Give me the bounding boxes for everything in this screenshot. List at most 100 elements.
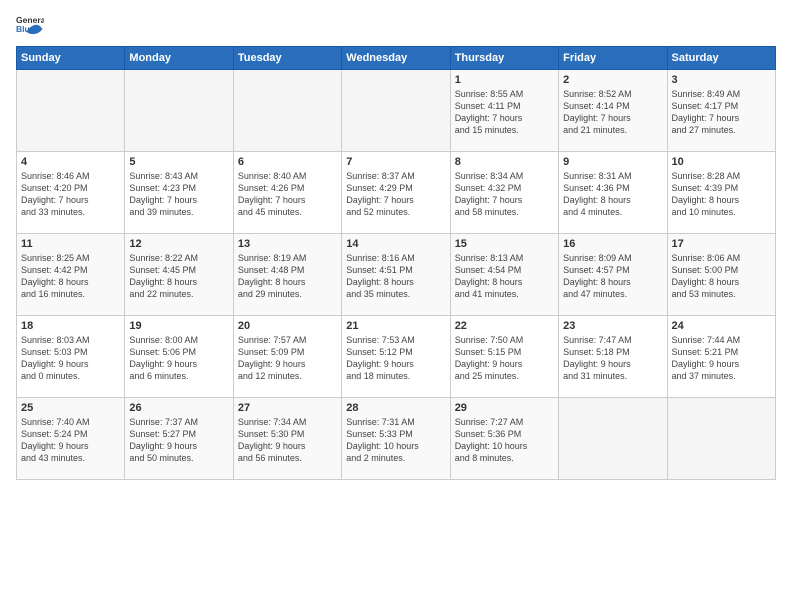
day-info: Sunrise: 8:37 AM Sunset: 4:29 PM Dayligh… [346,170,445,219]
day-info: Sunrise: 7:31 AM Sunset: 5:33 PM Dayligh… [346,416,445,465]
calendar-cell: 7 Sunrise: 8:37 AM Sunset: 4:29 PM Daylig… [342,152,450,234]
day-info: Sunrise: 8:55 AM Sunset: 4:11 PM Dayligh… [455,88,554,137]
day-info: Sunrise: 7:47 AM Sunset: 5:18 PM Dayligh… [563,334,662,383]
week-row-4: 18 Sunrise: 8:03 AM Sunset: 5:03 PM Dayli… [17,316,776,398]
day-info: Sunrise: 8:25 AM Sunset: 4:42 PM Dayligh… [21,252,120,301]
calendar-cell: 18 Sunrise: 8:03 AM Sunset: 5:03 PM Dayli… [17,316,125,398]
weekday-header-sunday: Sunday [17,47,125,70]
day-info: Sunrise: 8:31 AM Sunset: 4:36 PM Dayligh… [563,170,662,219]
day-number: 15 [455,238,554,250]
day-number: 14 [346,238,445,250]
day-number: 3 [672,74,771,86]
weekday-header-tuesday: Tuesday [233,47,341,70]
day-info: Sunrise: 8:03 AM Sunset: 5:03 PM Dayligh… [21,334,120,383]
day-info: Sunrise: 8:46 AM Sunset: 4:20 PM Dayligh… [21,170,120,219]
calendar-cell: 3 Sunrise: 8:49 AM Sunset: 4:17 PM Daylig… [667,70,775,152]
day-number: 11 [21,238,120,250]
week-row-1: 1Sunrise: 8:55 AM Sunset: 4:11 PM Daylig… [17,70,776,152]
weekday-header-saturday: Saturday [667,47,775,70]
calendar-cell: 4 Sunrise: 8:46 AM Sunset: 4:20 PM Daylig… [17,152,125,234]
day-number: 20 [238,320,337,332]
day-number: 12 [129,238,228,250]
day-number: 5 [129,156,228,168]
calendar-cell: 15 Sunrise: 8:13 AM Sunset: 4:54 PM Dayli… [450,234,558,316]
calendar-cell: 9 Sunrise: 8:31 AM Sunset: 4:36 PM Daylig… [559,152,667,234]
svg-text:General: General [16,15,44,25]
day-number: 22 [455,320,554,332]
day-info: Sunrise: 8:16 AM Sunset: 4:51 PM Dayligh… [346,252,445,301]
calendar-cell: 21 Sunrise: 7:53 AM Sunset: 5:12 PM Dayli… [342,316,450,398]
calendar-cell [667,398,775,480]
day-number: 26 [129,402,228,414]
day-number: 18 [21,320,120,332]
day-number: 28 [346,402,445,414]
day-info: Sunrise: 8:13 AM Sunset: 4:54 PM Dayligh… [455,252,554,301]
day-info: Sunrise: 8:28 AM Sunset: 4:39 PM Dayligh… [672,170,771,219]
weekday-header-row: SundayMondayTuesdayWednesdayThursdayFrid… [17,47,776,70]
calendar-cell: 11 Sunrise: 8:25 AM Sunset: 4:42 PM Dayli… [17,234,125,316]
day-info: Sunrise: 7:40 AM Sunset: 5:24 PM Dayligh… [21,416,120,465]
calendar-cell: 28 Sunrise: 7:31 AM Sunset: 5:33 PM Dayli… [342,398,450,480]
day-number: 24 [672,320,771,332]
week-row-5: 25 Sunrise: 7:40 AM Sunset: 5:24 PM Dayli… [17,398,776,480]
week-row-2: 4 Sunrise: 8:46 AM Sunset: 4:20 PM Daylig… [17,152,776,234]
svg-text:Blue: Blue [16,24,35,34]
calendar-cell: 23 Sunrise: 7:47 AM Sunset: 5:18 PM Dayli… [559,316,667,398]
day-info: Sunrise: 7:50 AM Sunset: 5:15 PM Dayligh… [455,334,554,383]
calendar-cell: 29Sunrise: 7:27 AM Sunset: 5:36 PM Dayli… [450,398,558,480]
day-info: Sunrise: 8:49 AM Sunset: 4:17 PM Dayligh… [672,88,771,137]
day-info: Sunrise: 8:00 AM Sunset: 5:06 PM Dayligh… [129,334,228,383]
day-info: Sunrise: 7:53 AM Sunset: 5:12 PM Dayligh… [346,334,445,383]
day-info: Sunrise: 8:06 AM Sunset: 5:00 PM Dayligh… [672,252,771,301]
calendar-cell: 20 Sunrise: 7:57 AM Sunset: 5:09 PM Dayli… [233,316,341,398]
day-info: Sunrise: 7:44 AM Sunset: 5:21 PM Dayligh… [672,334,771,383]
day-number: 9 [563,156,662,168]
day-number: 19 [129,320,228,332]
day-number: 21 [346,320,445,332]
day-number: 27 [238,402,337,414]
day-number: 2 [563,74,662,86]
day-number: 10 [672,156,771,168]
day-number: 16 [563,238,662,250]
day-info: Sunrise: 7:57 AM Sunset: 5:09 PM Dayligh… [238,334,337,383]
weekday-header-thursday: Thursday [450,47,558,70]
calendar-cell: 8 Sunrise: 8:34 AM Sunset: 4:32 PM Daylig… [450,152,558,234]
weekday-header-friday: Friday [559,47,667,70]
calendar-cell: 5 Sunrise: 8:43 AM Sunset: 4:23 PM Daylig… [125,152,233,234]
calendar-cell [233,70,341,152]
calendar-cell: 6Sunrise: 8:40 AM Sunset: 4:26 PM Daylig… [233,152,341,234]
page: General Blue SundayMondayTuesdayWednesda… [0,0,792,488]
day-number: 29 [455,402,554,414]
calendar-cell: 1Sunrise: 8:55 AM Sunset: 4:11 PM Daylig… [450,70,558,152]
calendar: SundayMondayTuesdayWednesdayThursdayFrid… [16,46,776,480]
day-number: 7 [346,156,445,168]
header: General Blue [16,12,776,40]
calendar-cell: 27Sunrise: 7:34 AM Sunset: 5:30 PM Dayli… [233,398,341,480]
day-number: 17 [672,238,771,250]
day-info: Sunrise: 8:43 AM Sunset: 4:23 PM Dayligh… [129,170,228,219]
weekday-header-wednesday: Wednesday [342,47,450,70]
calendar-cell: 12 Sunrise: 8:22 AM Sunset: 4:45 PM Dayli… [125,234,233,316]
day-info: Sunrise: 8:22 AM Sunset: 4:45 PM Dayligh… [129,252,228,301]
week-row-3: 11 Sunrise: 8:25 AM Sunset: 4:42 PM Dayli… [17,234,776,316]
logo-icon: General Blue [16,12,44,40]
day-number: 13 [238,238,337,250]
calendar-cell [559,398,667,480]
calendar-cell: 14 Sunrise: 8:16 AM Sunset: 4:51 PM Dayli… [342,234,450,316]
day-number: 6 [238,156,337,168]
calendar-cell: 25 Sunrise: 7:40 AM Sunset: 5:24 PM Dayli… [17,398,125,480]
calendar-cell: 10 Sunrise: 8:28 AM Sunset: 4:39 PM Dayli… [667,152,775,234]
calendar-cell [342,70,450,152]
day-info: Sunrise: 8:34 AM Sunset: 4:32 PM Dayligh… [455,170,554,219]
weekday-header-monday: Monday [125,47,233,70]
calendar-cell: 2Sunrise: 8:52 AM Sunset: 4:14 PM Daylig… [559,70,667,152]
day-info: Sunrise: 7:37 AM Sunset: 5:27 PM Dayligh… [129,416,228,465]
day-number: 25 [21,402,120,414]
day-number: 23 [563,320,662,332]
calendar-cell [17,70,125,152]
calendar-cell: 17 Sunrise: 8:06 AM Sunset: 5:00 PM Dayli… [667,234,775,316]
day-number: 4 [21,156,120,168]
calendar-cell: 16 Sunrise: 8:09 AM Sunset: 4:57 PM Dayli… [559,234,667,316]
day-info: Sunrise: 8:09 AM Sunset: 4:57 PM Dayligh… [563,252,662,301]
day-number: 8 [455,156,554,168]
